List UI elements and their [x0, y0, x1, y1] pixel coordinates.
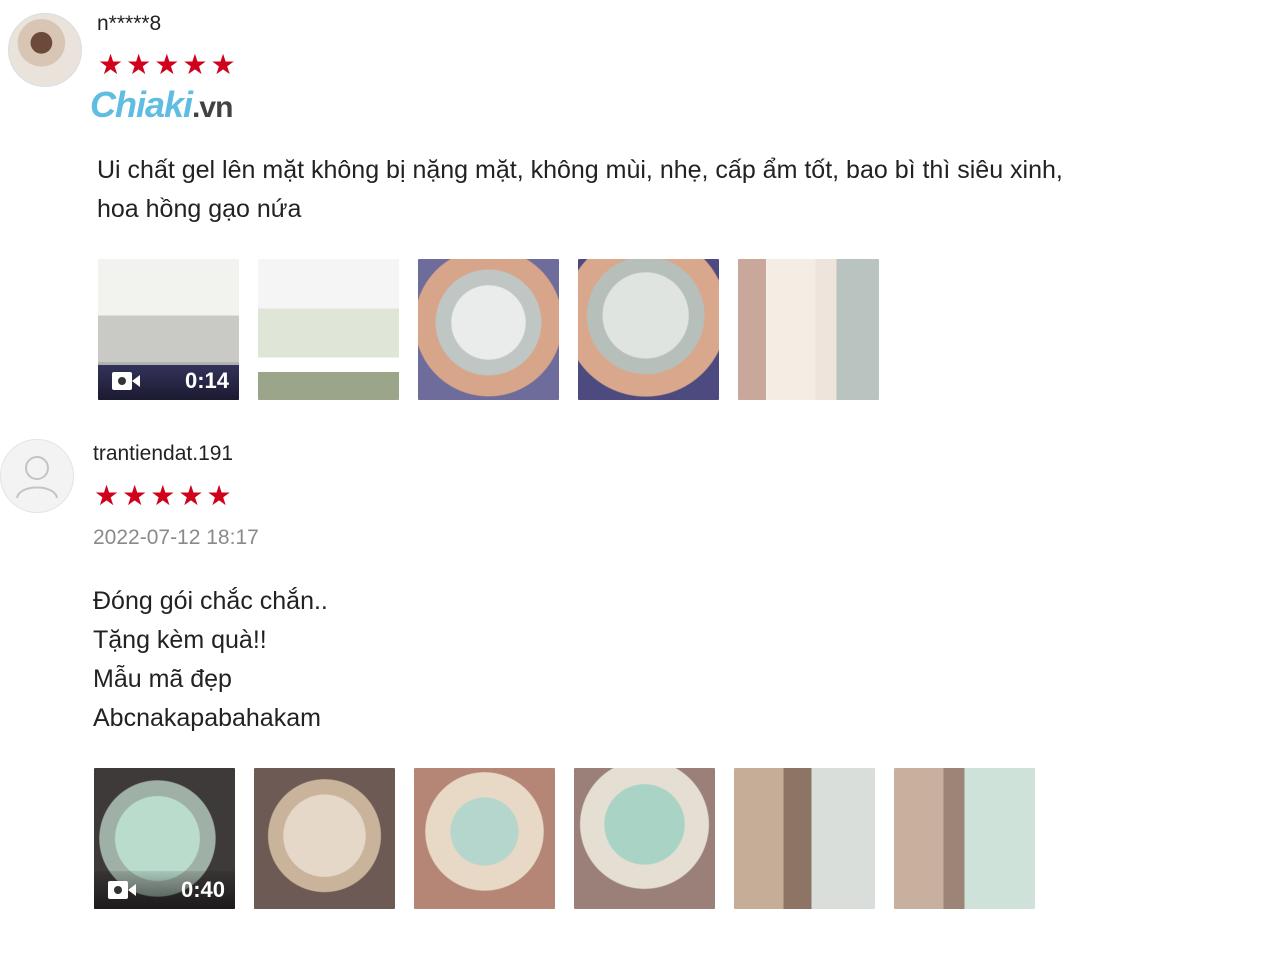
- review-item: n*****8 ★ ★ ★ ★ ★ Ui chất gel lên mặt kh…: [0, 0, 1273, 420]
- user-icon: [16, 456, 58, 499]
- review-photo[interactable]: [574, 768, 715, 909]
- video-duration: 0:14: [184, 368, 229, 393]
- review-video-thumbnail[interactable]: 0:40: [94, 768, 235, 909]
- review-photo[interactable]: [894, 768, 1035, 909]
- review-photo[interactable]: [254, 768, 395, 909]
- review-photo[interactable]: [738, 259, 879, 400]
- rating-stars: ★ ★ ★ ★ ★: [94, 482, 232, 510]
- user-avatar[interactable]: [8, 13, 82, 87]
- watermark-suffix: .vn: [192, 91, 233, 124]
- review-date: 2022-07-12 18:17: [93, 526, 259, 549]
- review-video-thumbnail[interactable]: 0:14: [98, 259, 239, 400]
- video-camera-icon: [112, 372, 140, 390]
- review-media: 0:40: [94, 768, 1035, 909]
- star-icon: ★: [94, 480, 120, 511]
- review-photo[interactable]: [258, 259, 399, 400]
- video-overlay: 0:40: [94, 871, 235, 909]
- star-icon: ★: [206, 480, 232, 511]
- review-comment: Đóng gói chắc chắn.. Tặng kèm quà!! Mẫu …: [93, 587, 328, 732]
- username[interactable]: trantiendat.191: [93, 442, 233, 466]
- watermark-logo: Chiaki.vn: [90, 84, 233, 126]
- star-icon: ★: [210, 49, 236, 80]
- review-photo[interactable]: [734, 768, 875, 909]
- star-icon: ★: [98, 49, 124, 80]
- star-icon: ★: [150, 480, 176, 511]
- star-icon: ★: [126, 49, 152, 80]
- watermark-brand: Chiaki: [90, 84, 193, 125]
- star-icon: ★: [178, 480, 204, 511]
- video-duration: 0:40: [180, 877, 225, 902]
- video-overlay: 0:14: [98, 362, 239, 400]
- review-photo[interactable]: [418, 259, 559, 400]
- rating-stars: ★ ★ ★ ★ ★: [98, 51, 236, 79]
- review-photo[interactable]: [578, 259, 719, 400]
- video-camera-icon: [108, 881, 136, 899]
- review-photo[interactable]: [414, 768, 555, 909]
- star-icon: ★: [154, 49, 180, 80]
- review-comment: Ui chất gel lên mặt không bị nặng mặt, k…: [97, 156, 1063, 223]
- review-item: trantiendat.191 ★ ★ ★ ★ ★ 2022-07-12 18:…: [0, 420, 1273, 960]
- username[interactable]: n*****8: [97, 12, 161, 36]
- star-icon: ★: [182, 49, 208, 80]
- review-media: 0:14: [98, 259, 879, 400]
- star-icon: ★: [122, 480, 148, 511]
- user-avatar[interactable]: [0, 439, 74, 513]
